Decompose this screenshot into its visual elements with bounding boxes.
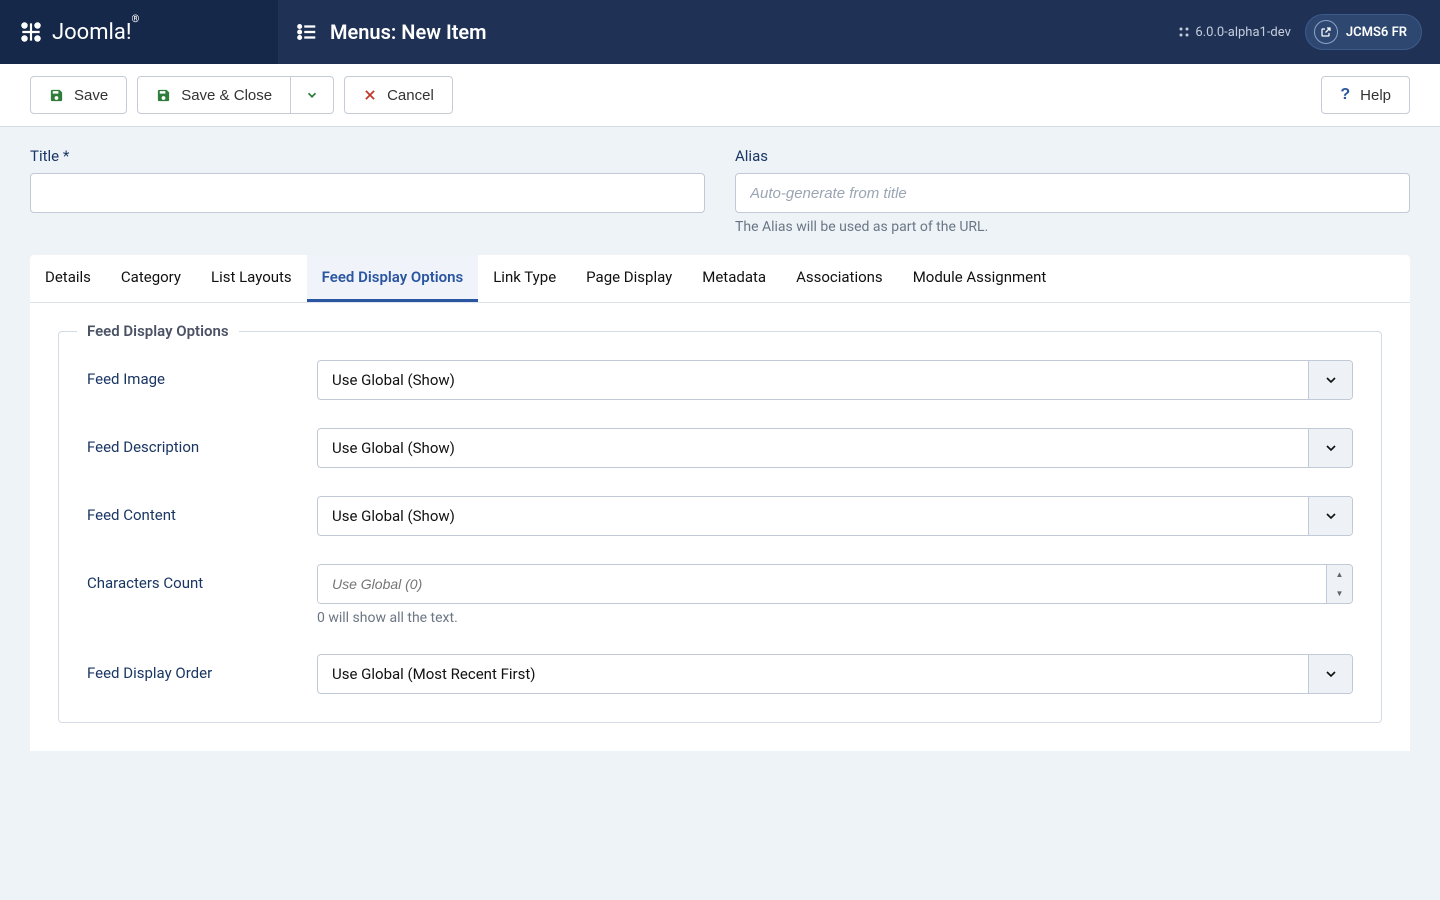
joomla-logo: Joomla!® xyxy=(18,19,139,45)
save-close-group: Save & Close xyxy=(137,76,334,114)
feed-content-select[interactable]: Use Global (Show) xyxy=(317,496,1353,536)
tab-details[interactable]: Details xyxy=(30,255,106,302)
feed-display-fieldset: Feed Display Options Feed Image Use Glob… xyxy=(58,331,1382,723)
chevron-down-icon xyxy=(1308,497,1352,535)
chevron-down-icon xyxy=(1308,361,1352,399)
display-order-label: Feed Display Order xyxy=(87,654,317,682)
save-icon xyxy=(156,88,171,103)
char-count-input[interactable] xyxy=(318,565,1326,603)
tab-page-display[interactable]: Page Display xyxy=(571,255,687,302)
help-icon: ? xyxy=(1340,86,1350,104)
chevron-down-icon xyxy=(1308,655,1352,693)
feed-description-select[interactable]: Use Global (Show) xyxy=(317,428,1353,468)
menu-list-icon xyxy=(296,21,318,43)
tab-category[interactable]: Category xyxy=(106,255,196,302)
tabs-panel: Details Category List Layouts Feed Displ… xyxy=(30,255,1410,751)
title-input[interactable] xyxy=(30,173,705,213)
action-toolbar: Save Save & Close Cancel ? Help xyxy=(0,64,1440,127)
tab-metadata[interactable]: Metadata xyxy=(687,255,781,302)
help-button[interactable]: ? Help xyxy=(1321,76,1410,114)
title-label: Title * xyxy=(30,147,705,165)
number-spinner[interactable]: ▲▼ xyxy=(1326,565,1352,603)
top-header: Joomla!® Menus: New Item 6.0.0-alpha1-de… xyxy=(0,0,1440,64)
feed-image-label: Feed Image xyxy=(87,360,317,388)
chevron-down-icon xyxy=(1308,429,1352,467)
tab-list-layouts[interactable]: List Layouts xyxy=(196,255,307,302)
save-icon xyxy=(49,88,64,103)
feed-description-label: Feed Description xyxy=(87,428,317,456)
cancel-button[interactable]: Cancel xyxy=(344,76,453,114)
tab-module-assignment[interactable]: Module Assignment xyxy=(898,255,1062,302)
tab-link-type[interactable]: Link Type xyxy=(478,255,571,302)
fieldset-legend: Feed Display Options xyxy=(77,322,239,340)
page-title: Menus: New Item xyxy=(296,20,487,44)
save-dropdown-toggle[interactable] xyxy=(291,76,334,114)
joomla-small-icon xyxy=(1178,26,1190,38)
alias-label: Alias xyxy=(735,147,1410,165)
version-badge[interactable]: 6.0.0-alpha1-dev xyxy=(1178,25,1290,40)
tab-associations[interactable]: Associations xyxy=(781,255,898,302)
header-main: Menus: New Item 6.0.0-alpha1-dev JCMS6 F… xyxy=(278,0,1440,64)
char-count-hint: 0 will show all the text. xyxy=(317,610,1353,626)
char-count-input-wrap: ▲▼ xyxy=(317,564,1353,604)
save-button[interactable]: Save xyxy=(30,76,127,114)
display-order-select[interactable]: Use Global (Most Recent First) xyxy=(317,654,1353,694)
char-count-label: Characters Count xyxy=(87,564,317,592)
feed-content-label: Feed Content xyxy=(87,496,317,524)
sitename-button[interactable]: JCMS6 FR xyxy=(1305,14,1422,50)
external-link-icon xyxy=(1314,20,1338,44)
feed-image-select[interactable]: Use Global (Show) xyxy=(317,360,1353,400)
joomla-icon xyxy=(18,19,44,45)
alias-hint: The Alias will be used as part of the UR… xyxy=(735,219,1410,235)
page-title-text: Menus: New Item xyxy=(330,20,487,44)
brand-area[interactable]: Joomla!® xyxy=(0,0,278,64)
tab-feed-display-options[interactable]: Feed Display Options xyxy=(307,255,479,302)
tabs-nav: Details Category List Layouts Feed Displ… xyxy=(30,255,1410,303)
save-close-button[interactable]: Save & Close xyxy=(137,76,291,114)
chevron-down-icon xyxy=(305,88,319,102)
close-icon xyxy=(363,88,377,102)
alias-input[interactable] xyxy=(735,173,1410,213)
